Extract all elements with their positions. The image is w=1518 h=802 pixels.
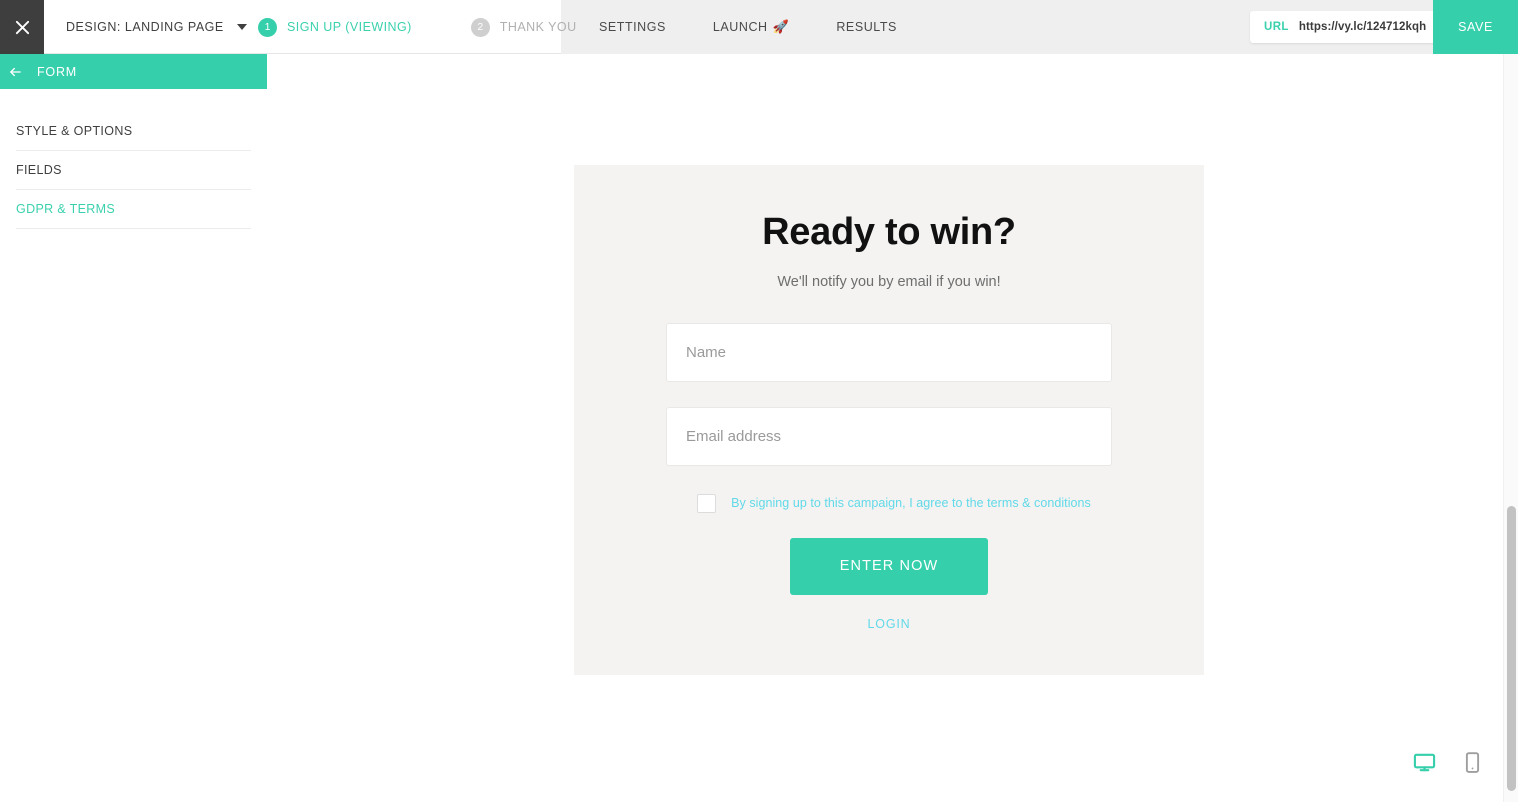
step-signup[interactable]: 1 SIGN UP (VIEWING) (258, 17, 412, 37)
email-field-placeholder: Email address (686, 427, 782, 445)
name-field[interactable]: Name (666, 322, 1112, 382)
design-selector-label: DESIGN: LANDING PAGE (66, 20, 224, 34)
url-value: https://vy.lc/124712kqh (1298, 21, 1427, 33)
form-preview-card: Ready to win? We'll notify you by email … (574, 165, 1204, 675)
step-badge-2: 2 (470, 17, 490, 37)
step-label-signup: SIGN UP (VIEWING) (287, 20, 412, 34)
rocket-icon: 🚀 (772, 19, 790, 34)
nav-launch-label: LAUNCH (712, 20, 768, 34)
sidebar-item-fields[interactable]: FIELDS (16, 151, 251, 190)
name-field-placeholder: Name (686, 343, 727, 361)
consent-row: By signing up to this campaign, I agree … (574, 493, 1204, 513)
device-toggle (1413, 751, 1480, 779)
nav-item-launch[interactable]: LAUNCH 🚀 (699, 19, 803, 35)
nav-links: SETTINGS LAUNCH 🚀 RESULTS (561, 0, 911, 54)
close-button[interactable] (0, 0, 44, 54)
close-icon (14, 19, 31, 36)
sidebar-form-title: FORM (37, 64, 77, 79)
design-selector[interactable]: DESIGN: LANDING PAGE (44, 0, 265, 54)
page-scrollbar[interactable] (1503, 54, 1518, 802)
login-link[interactable]: LOGIN (574, 617, 1204, 631)
step-thankyou[interactable]: 2 THANK YOU (470, 17, 577, 37)
desktop-view-button[interactable] (1413, 751, 1436, 779)
arrow-left-icon[interactable] (7, 65, 24, 79)
nav-results-label: RESULTS (836, 20, 897, 34)
url-tag-label: URL (1264, 21, 1289, 33)
save-button[interactable]: SAVE (1433, 0, 1518, 54)
mobile-view-button[interactable] (1465, 751, 1480, 779)
sidebar-item-gdpr-terms[interactable]: GDPR & TERMS (16, 190, 251, 229)
monitor-icon (1413, 751, 1436, 779)
page-subtitle: We'll notify you by email if you win! (777, 273, 1001, 290)
chevron-down-icon (236, 24, 247, 30)
form-fields: Name Email address (574, 322, 1204, 466)
nav-zone: SETTINGS LAUNCH 🚀 RESULTS URL https://vy… (561, 0, 1518, 54)
app-root: SETTINGS LAUNCH 🚀 RESULTS URL https://vy… (0, 0, 1518, 802)
sidebar-item-style-options[interactable]: STYLE & OPTIONS (16, 112, 251, 151)
sidebar-item-label: STYLE & OPTIONS (16, 124, 133, 138)
email-field[interactable]: Email address (666, 406, 1112, 466)
sidebar-menu: STYLE & OPTIONS FIELDS GDPR & TERMS (0, 112, 267, 229)
step-badge-1: 1 (258, 17, 277, 37)
top-bar: SETTINGS LAUNCH 🚀 RESULTS URL https://vy… (0, 0, 1518, 54)
scrollbar-thumb[interactable] (1507, 506, 1516, 791)
url-pill[interactable]: URL https://vy.lc/124712kqh (1250, 11, 1461, 43)
nav-item-settings[interactable]: SETTINGS (585, 20, 680, 34)
phone-icon (1465, 751, 1480, 779)
preview-canvas: Ready to win? We'll notify you by email … (267, 54, 1518, 802)
terms-checkbox[interactable] (697, 493, 717, 513)
sidebar-item-label: FIELDS (16, 163, 62, 177)
enter-now-button[interactable]: ENTER NOW (790, 537, 988, 595)
sidebar: FORM STYLE & OPTIONS FIELDS GDPR & TERMS (0, 54, 267, 802)
step-indicator: 1 SIGN UP (VIEWING) 2 THANK YOU (258, 0, 577, 54)
sidebar-item-label: GDPR & TERMS (16, 202, 116, 216)
terms-label[interactable]: By signing up to this campaign, I agree … (731, 496, 1091, 510)
step-label-thankyou: THANK YOU (499, 20, 577, 34)
nav-item-results[interactable]: RESULTS (822, 20, 911, 34)
nav-settings-label: SETTINGS (599, 20, 666, 34)
page-title: Ready to win? (762, 211, 1016, 253)
sidebar-form-header[interactable]: FORM (0, 54, 267, 89)
